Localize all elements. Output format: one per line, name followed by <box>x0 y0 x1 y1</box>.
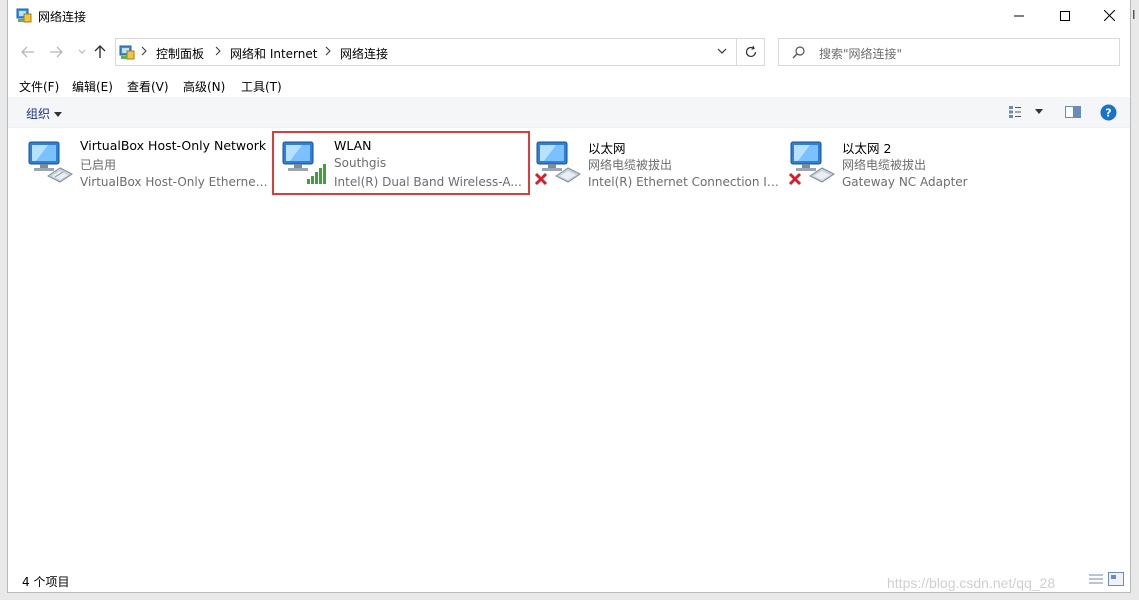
breadcrumb-control-panel[interactable]: 控制面板 <box>156 45 204 62</box>
chevron-right-icon[interactable] <box>325 46 335 58</box>
forward-button[interactable] <box>48 44 64 60</box>
breadcrumb-network-connections[interactable]: 网络连接 <box>340 45 388 62</box>
menu-bar: 文件(F) 编辑(E) 查看(V) 高级(N) 工具(T) <box>8 75 1130 97</box>
connection-status: 网络电缆被拔出 <box>588 158 673 172</box>
back-button[interactable] <box>20 44 36 60</box>
connection-name: VirtualBox Host-Only Network <box>80 138 267 153</box>
breadcrumb-network-internet[interactable]: 网络和 Internet <box>230 45 317 62</box>
connection-item-wlan[interactable]: WLAN Southgis Intel(R) Dual Band Wireles… <box>272 131 530 195</box>
menu-tools[interactable]: 工具(T) <box>241 78 282 95</box>
connection-item-ethernet[interactable]: 以太网 网络电缆被拔出 Intel(R) Ethernet Connection… <box>528 133 782 193</box>
connection-name: 以太网 <box>588 141 626 156</box>
large-icons-view-icon[interactable] <box>1108 572 1124 586</box>
refresh-button[interactable] <box>737 38 765 66</box>
window-title: 网络连接 <box>38 10 87 24</box>
help-icon[interactable]: ? <box>1099 103 1117 121</box>
menu-file[interactable]: 文件(F) <box>19 78 59 95</box>
address-bar[interactable]: 控制面板 网络和 Internet 网络连接 <box>115 38 737 66</box>
maximize-button[interactable] <box>1042 0 1088 31</box>
chevron-right-icon[interactable] <box>215 46 225 58</box>
chevron-right-icon[interactable] <box>141 46 151 58</box>
preview-pane-icon[interactable] <box>1064 103 1082 121</box>
connections-view: VirtualBox Host-Only Network 已启用 Virtual… <box>8 128 1130 568</box>
disconnected-x-icon <box>788 138 838 186</box>
connection-device: Intel(R) Ethernet Connection I2... <box>588 175 780 189</box>
connection-name: WLAN <box>334 138 372 153</box>
connection-device: Intel(R) Dual Band Wireless-A... <box>334 175 522 189</box>
watermark: https://blog.csdn.net/qq_28 <box>887 575 1056 591</box>
up-button[interactable] <box>92 44 108 60</box>
connection-status: 已启用 <box>80 158 117 172</box>
command-bar: 组织 ? <box>8 97 1130 128</box>
title-bar[interactable]: 网络连接 <box>8 0 1130 31</box>
organize-button[interactable]: 组织 <box>26 105 63 122</box>
view-options-dropdown-icon[interactable] <box>1030 103 1048 121</box>
disconnected-x-icon <box>534 138 584 186</box>
chevron-down-icon[interactable] <box>716 45 730 59</box>
menu-view[interactable]: 查看(V) <box>127 78 169 95</box>
refresh-icon <box>745 45 756 58</box>
recent-locations-button[interactable] <box>74 44 90 60</box>
menu-edit[interactable]: 编辑(E) <box>72 78 113 95</box>
connection-status: 网络电缆被拔出 <box>842 158 927 172</box>
svg-text:?: ? <box>1105 106 1111 119</box>
edge-glyph: I <box>1132 8 1136 22</box>
details-view-icon[interactable] <box>1088 572 1104 586</box>
wifi-signal-icon <box>280 138 330 186</box>
item-count: 4 个项目 <box>22 575 70 589</box>
navigation-bar: 控制面板 网络和 Internet 网络连接 搜索"网络连接" <box>8 36 1130 68</box>
caret-down-icon <box>54 112 63 117</box>
organize-label: 组织 <box>26 107 51 121</box>
explorer-window: 网络连接 控制面板 网络和 Internet 网络连接 搜索"网络连接" 文件(… <box>7 0 1131 593</box>
search-input[interactable]: 搜索"网络连接" <box>778 38 1120 66</box>
connection-name: 以太网 2 <box>842 141 892 156</box>
menu-advanced[interactable]: 高级(N) <box>183 78 225 95</box>
connection-item-ethernet-2[interactable]: 以太网 2 网络电缆被拔出 Gateway NC Adapter <box>782 133 1036 193</box>
minimize-button[interactable] <box>996 0 1042 31</box>
connection-device: Gateway NC Adapter <box>842 175 968 189</box>
network-adapter-icon <box>26 138 76 186</box>
connection-status: Southgis <box>334 156 387 170</box>
connection-item-virtualbox[interactable]: VirtualBox Host-Only Network 已启用 Virtual… <box>20 133 274 193</box>
close-button[interactable] <box>1086 0 1132 31</box>
search-placeholder: 搜索"网络连接" <box>819 47 903 61</box>
change-view-icon[interactable] <box>1008 103 1026 121</box>
search-icon <box>792 45 806 59</box>
connection-device: VirtualBox Host-Only Ethernet ... <box>80 175 272 189</box>
control-panel-icon <box>16 7 32 23</box>
control-panel-icon <box>119 44 135 60</box>
